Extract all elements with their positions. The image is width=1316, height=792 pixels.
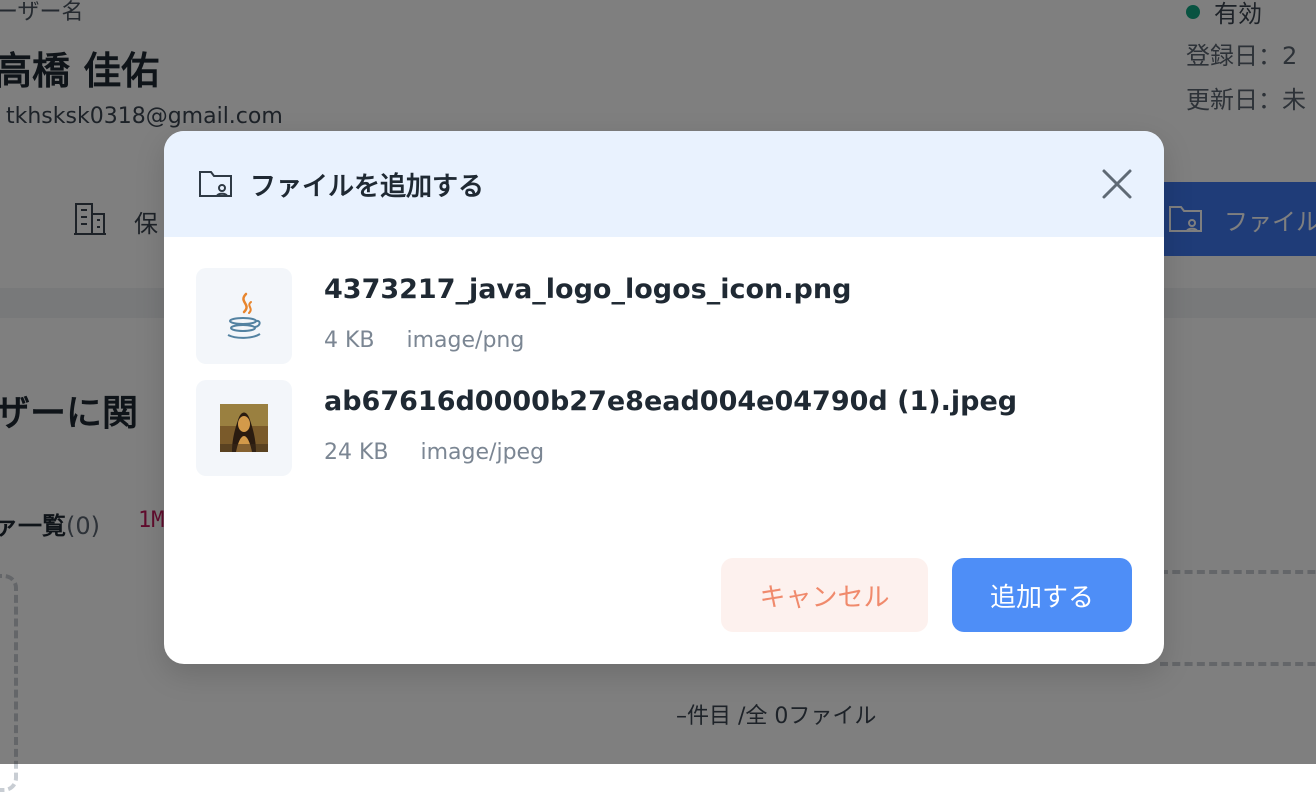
file-name: 4373217_java_logo_logos_icon.png (324, 274, 852, 305)
file-type: image/png (406, 328, 525, 353)
add-file-modal: ファイルを追加する 4373217_java_logo_logos_icon.p… (164, 131, 1164, 664)
file-item: 4373217_java_logo_logos_icon.png 4 KB ima… (196, 268, 1136, 365)
file-meta: 4 KB image/png (324, 328, 524, 353)
cancel-button[interactable]: キャンセル (721, 558, 928, 632)
modal-title: ファイルを追加する (250, 171, 485, 202)
file-meta: 24 KB image/jpeg (324, 440, 544, 465)
file-thumbnail (196, 380, 292, 476)
file-thumbnail (196, 268, 292, 364)
portrait-image-icon (220, 404, 268, 452)
add-file-button[interactable]: 追加する (952, 558, 1132, 632)
java-logo-icon (227, 292, 261, 339)
file-size: 24 KB (324, 440, 389, 465)
file-size: 4 KB (324, 328, 375, 353)
file-type: image/jpeg (420, 440, 545, 465)
file-item: ab67616d0000b27e8ead004e04790d (1).jpeg … (196, 380, 1136, 477)
folder-user-icon (199, 171, 232, 197)
file-name: ab67616d0000b27e8ead004e04790d (1).jpeg (324, 386, 1018, 417)
modal-header: ファイルを追加する (164, 131, 1164, 237)
selected-file-list: 4373217_java_logo_logos_icon.png 4 KB ima… (196, 268, 1136, 492)
close-icon[interactable] (1100, 167, 1134, 201)
